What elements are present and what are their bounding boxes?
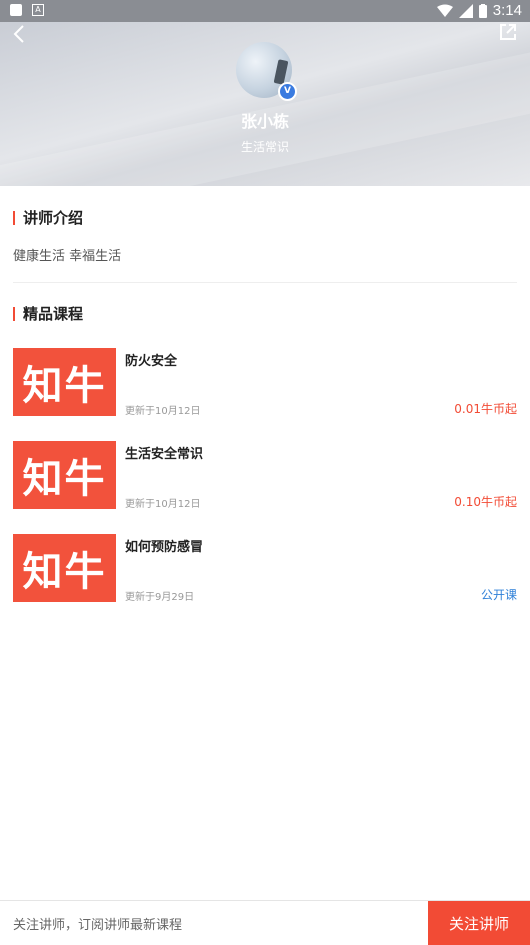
course-item[interactable]: 知牛 如何预防感冒 更新于9月29日 公开课 bbox=[13, 534, 517, 603]
course-date: 更新于10月12日 bbox=[125, 406, 201, 417]
signal-icon bbox=[458, 3, 473, 18]
intro-heading: 讲师介绍 bbox=[13, 207, 83, 228]
course-thumbnail[interactable]: 知牛 bbox=[13, 534, 116, 602]
course-item[interactable]: 知牛 防火安全 更新于10月12日 0.01牛币起 bbox=[13, 348, 517, 417]
notification-a-icon: A bbox=[32, 4, 44, 16]
divider bbox=[13, 282, 517, 283]
status-time: 3:14 bbox=[492, 2, 522, 19]
share-icon[interactable] bbox=[498, 22, 518, 42]
course-thumbnail[interactable]: 知牛 bbox=[13, 441, 116, 509]
verified-icon: V bbox=[278, 82, 297, 101]
course-date: 更新于9月29日 bbox=[125, 592, 195, 603]
course-date: 更新于10月12日 bbox=[125, 499, 201, 510]
notification-icon bbox=[10, 4, 22, 16]
course-price: 0.10牛币起 bbox=[454, 495, 517, 509]
back-icon[interactable] bbox=[10, 24, 30, 44]
course-price: 公开课 bbox=[480, 588, 517, 602]
teacher-subtitle: 生活常识 bbox=[240, 140, 289, 154]
wifi-icon bbox=[436, 4, 453, 17]
follow-teacher-button[interactable]: 关注讲师 bbox=[428, 901, 530, 945]
teacher-header: V 张小栋 生活常识 bbox=[0, 22, 530, 186]
teacher-name: 张小栋 bbox=[240, 112, 289, 131]
course-thumbnail[interactable]: 知牛 bbox=[13, 348, 116, 416]
course-price: 0.01牛币起 bbox=[454, 402, 517, 416]
battery-icon bbox=[478, 3, 487, 18]
course-title[interactable]: 生活安全常识 bbox=[125, 443, 203, 462]
status-bar: A 3:14 bbox=[0, 0, 530, 22]
courses-heading: 精品课程 bbox=[13, 303, 83, 324]
follow-hint: 关注讲师，订阅讲师最新课程 bbox=[13, 918, 183, 933]
course-item[interactable]: 知牛 生活安全常识 更新于10月12日 0.10牛币起 bbox=[13, 441, 517, 510]
course-title[interactable]: 防火安全 bbox=[125, 350, 177, 369]
bottom-bar: 关注讲师，订阅讲师最新课程 关注讲师 bbox=[0, 900, 530, 945]
course-title[interactable]: 如何预防感冒 bbox=[125, 536, 203, 555]
intro-text: 健康生活 幸福生活 bbox=[13, 249, 122, 264]
